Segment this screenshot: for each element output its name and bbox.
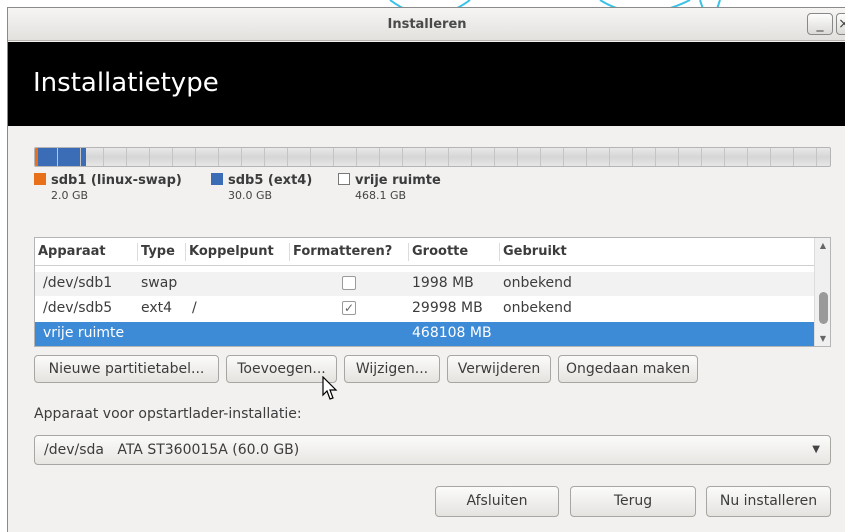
scroll-up-icon[interactable]: ▲	[815, 241, 831, 250]
bootloader-label: Apparaat voor opstartlader-installatie:	[34, 406, 302, 422]
installer-window: Installeren _ × Installatietype sdb1 (li…	[7, 7, 845, 532]
checkmark-icon: ✓	[343, 301, 355, 315]
change-partition-button[interactable]: Wijzigen...	[344, 355, 440, 383]
cell-mountpoint: /	[192, 300, 197, 316]
table-scrollbar[interactable]: ▲ ▼	[814, 238, 830, 346]
mouse-pointer-icon	[322, 376, 338, 400]
bootloader-device: /dev/sda	[44, 442, 104, 458]
scroll-down-icon[interactable]: ▼	[815, 334, 831, 343]
table-row-selected[interactable]: vrije ruimte 468108 MB	[35, 322, 815, 346]
legend-size: 30.0 GB	[228, 189, 273, 202]
legend-size: 2.0 GB	[51, 189, 89, 202]
legend-item-sdb1: sdb1 (linux-swap) 2.0 GB	[34, 173, 182, 202]
column-header-device[interactable]: Apparaat	[38, 244, 106, 259]
back-button[interactable]: Terug	[570, 486, 696, 517]
column-header-type[interactable]: Type	[141, 244, 175, 259]
empty-square-icon	[338, 173, 350, 185]
partition-bar-ticks	[35, 148, 830, 166]
cell-type: ext4	[141, 300, 173, 316]
legend-label: vrije ruimte	[355, 173, 441, 188]
column-header-format[interactable]: Formatteren?	[293, 244, 392, 259]
blue-square-icon	[211, 173, 223, 185]
cell-type: swap	[141, 275, 178, 291]
cell-used: onbekend	[503, 275, 572, 291]
format-checkbox[interactable]	[342, 276, 356, 290]
install-now-button[interactable]: Nu installeren	[706, 486, 831, 517]
quit-button[interactable]: Afsluiten	[435, 486, 559, 517]
bootloader-device-description: ATA ST360015A (60.0 GB)	[117, 442, 300, 458]
cell-device: /dev/sdb1	[43, 275, 113, 291]
cell-device: /dev/sdb5	[43, 300, 113, 316]
undo-button[interactable]: Ongedaan maken	[558, 355, 698, 383]
window-titlebar[interactable]: Installeren _ ×	[8, 8, 845, 41]
cell-device: vrije ruimte	[43, 325, 125, 341]
column-header-size[interactable]: Grootte	[412, 244, 468, 259]
legend-item-free: vrije ruimte 468.1 GB	[338, 173, 441, 202]
close-icon: ×	[838, 16, 845, 32]
cell-size: 468108 MB	[412, 325, 492, 341]
orange-square-icon	[34, 173, 46, 185]
cell-size: 1998 MB	[412, 275, 474, 291]
dropdown-arrow-icon: ▼	[812, 444, 820, 455]
add-partition-button[interactable]: Toevoegen...	[226, 355, 337, 383]
page-header: Installatietype	[8, 42, 845, 126]
table-row[interactable]: /dev/sdb5 ext4 / ✓ 29998 MB onbekend	[35, 297, 815, 321]
window-title: Installeren	[387, 17, 467, 32]
bootloader-device-select[interactable]: /dev/sda ATA ST360015A (60.0 GB) ▼	[34, 435, 831, 465]
cell-size: 29998 MB	[412, 300, 483, 316]
cell-used: onbekend	[503, 300, 572, 316]
partition-table[interactable]: Apparaat Type Koppelpunt Formatteren? Gr…	[34, 237, 831, 347]
page-title: Installatietype	[33, 68, 219, 98]
legend-size: 468.1 GB	[355, 189, 407, 202]
scrollbar-thumb[interactable]	[819, 292, 828, 324]
column-header-mountpoint[interactable]: Koppelpunt	[189, 244, 274, 259]
legend-item-sdb5: sdb5 (ext4) 30.0 GB	[211, 173, 312, 202]
minimize-button[interactable]: _	[807, 13, 833, 35]
legend-label: sdb1 (linux-swap)	[51, 173, 182, 188]
close-button[interactable]: ×	[836, 13, 845, 35]
delete-partition-button[interactable]: Verwijderen	[447, 355, 551, 383]
minimize-icon: _	[816, 16, 824, 32]
format-checkbox[interactable]: ✓	[342, 301, 356, 315]
new-partition-table-button[interactable]: Nieuwe partitietabel...	[34, 355, 219, 383]
column-header-used[interactable]: Gebruikt	[503, 244, 567, 259]
legend-label: sdb5 (ext4)	[228, 173, 313, 188]
table-header: Apparaat Type Koppelpunt Formatteren? Gr…	[35, 238, 815, 266]
table-row[interactable]: /dev/sdb1 swap 1998 MB onbekend	[35, 272, 815, 296]
partition-usage-bar	[34, 147, 831, 167]
